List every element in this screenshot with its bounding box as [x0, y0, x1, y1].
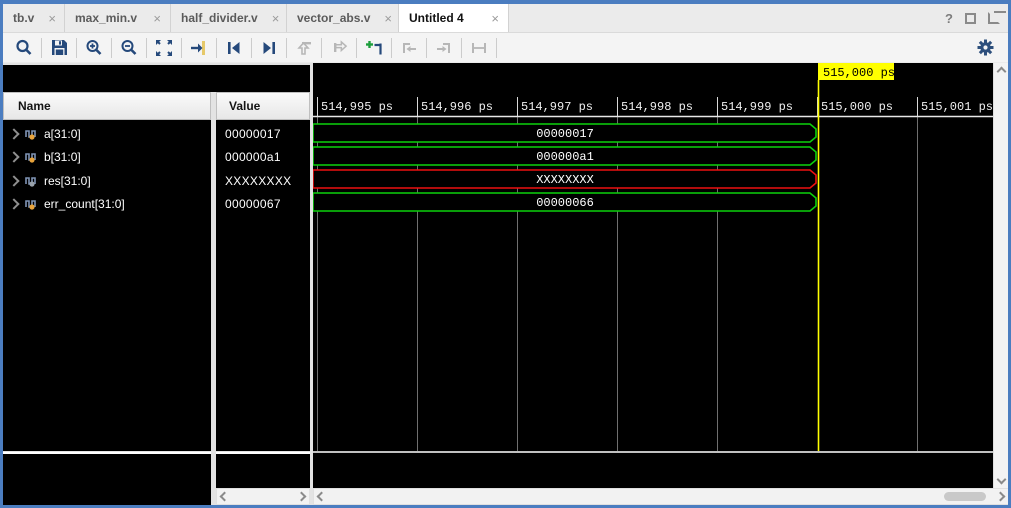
settings-gear-icon[interactable]	[972, 36, 998, 60]
application-window: tb.v × max_min.v × half_divider.v × vect…	[0, 0, 1011, 508]
cursor-time-flag[interactable]: 515,000 ps	[818, 63, 895, 80]
signal-name: a[31:0]	[44, 127, 81, 141]
name-column-label: Name	[18, 99, 51, 113]
tab-max-min-v[interactable]: max_min.v ×	[65, 4, 171, 32]
close-icon[interactable]: ×	[48, 11, 56, 26]
tab-label: max_min.v	[75, 11, 137, 25]
signal-name-list: a[31:0] b[31:0] res[31:0] err_count[31:0…	[3, 120, 211, 451]
tick-label: 514,996 ps	[421, 100, 493, 114]
waveform-viewer-body: Name Value a[31:0] b[31:0] res[31:0]	[3, 63, 1008, 505]
signal-value: 00000017	[225, 127, 281, 141]
bus-icon	[25, 198, 39, 210]
tick-label: 514,997 ps	[521, 100, 593, 114]
zoom-out-icon[interactable]	[116, 36, 142, 60]
close-icon[interactable]: ×	[384, 11, 392, 26]
marker-to-next-icon[interactable]	[431, 36, 457, 60]
close-icon[interactable]: ×	[153, 11, 161, 26]
signal-value-row[interactable]: 00000067	[216, 192, 310, 215]
scroll-down-icon[interactable]	[997, 475, 1007, 485]
signal-name-list-footer	[3, 452, 211, 505]
tab-tb-v[interactable]: tb.v ×	[3, 4, 65, 32]
signal-value-row[interactable]: 000000a1	[216, 145, 310, 168]
wave-horizontal-scrollbar[interactable]	[313, 488, 1009, 505]
signal-name: err_count[31:0]	[44, 197, 125, 211]
expand-chevron-icon[interactable]	[8, 128, 19, 139]
zoom-in-icon[interactable]	[81, 36, 107, 60]
column-header-value[interactable]: Value	[216, 92, 310, 120]
previous-transition-icon[interactable]	[221, 36, 247, 60]
expand-chevron-icon[interactable]	[8, 151, 19, 162]
tick-label: 514,999 ps	[721, 100, 793, 114]
scroll-up-icon[interactable]	[997, 67, 1007, 77]
signal-value: XXXXXXXX	[225, 174, 291, 188]
value-column-label: Value	[229, 99, 260, 113]
go-to-time-icon[interactable]	[186, 36, 212, 60]
scroll-right-icon[interactable]	[996, 492, 1006, 502]
bus-icon	[25, 151, 39, 163]
wave-gridlines	[318, 117, 918, 451]
signal-panel-top-strip	[3, 65, 310, 92]
help-icon[interactable]: ?	[945, 11, 953, 26]
column-header-name[interactable]: Name	[3, 92, 211, 120]
add-marker-icon[interactable]	[361, 36, 387, 60]
bus-value-label: 000000a1	[536, 150, 594, 164]
signal-row-b[interactable]: b[31:0]	[3, 145, 211, 168]
tab-half-divider-v[interactable]: half_divider.v ×	[171, 4, 287, 32]
cursor-time-label: 515,000 ps	[823, 66, 895, 80]
close-icon[interactable]: ×	[491, 11, 499, 26]
tab-vector-abs-v[interactable]: vector_abs.v ×	[287, 4, 399, 32]
signal-value: 000000a1	[225, 150, 281, 164]
find-icon[interactable]	[11, 36, 37, 60]
previous-marker-icon[interactable]	[291, 36, 317, 60]
float-window-icon[interactable]	[988, 12, 1000, 24]
bus-icon	[25, 128, 39, 140]
expand-chevron-icon[interactable]	[8, 198, 19, 209]
tick-label: 514,995 ps	[321, 100, 393, 114]
bus-value-label: XXXXXXXX	[536, 173, 594, 187]
scroll-right-icon[interactable]	[297, 492, 307, 502]
signal-row-res[interactable]: res[31:0]	[3, 169, 211, 192]
zoom-fit-icon[interactable]	[151, 36, 177, 60]
wave-vertical-scrollbar[interactable]	[993, 63, 1009, 488]
close-icon[interactable]: ×	[272, 11, 280, 26]
bus-icon	[25, 175, 39, 187]
scroll-left-icon[interactable]	[220, 492, 230, 502]
signal-value-list: 00000017 000000a1 XXXXXXXX 00000067	[216, 120, 310, 451]
scroll-left-icon[interactable]	[317, 492, 327, 502]
tick-label: 515,001 ps	[921, 100, 993, 114]
signal-name: res[31:0]	[44, 174, 91, 188]
waveform-canvas[interactable]: 514,995 ps 514,996 ps 514,997 ps 514,998…	[313, 63, 993, 488]
value-horizontal-scrollbar[interactable]	[216, 488, 310, 505]
expand-chevron-icon[interactable]	[8, 175, 19, 186]
tab-label: Untitled 4	[409, 11, 464, 25]
signal-row-err-count[interactable]: err_count[31:0]	[3, 192, 211, 215]
save-icon[interactable]	[46, 36, 72, 60]
tab-label: vector_abs.v	[297, 11, 370, 25]
tab-label: tb.v	[13, 11, 34, 25]
tick-label: 515,000 ps	[821, 100, 893, 114]
tick-label: 514,998 ps	[621, 100, 693, 114]
scrollbar-thumb[interactable]	[944, 492, 986, 501]
signal-row-a[interactable]: a[31:0]	[3, 122, 211, 145]
swap-cursors-icon[interactable]	[466, 36, 492, 60]
signal-value-list-footer	[216, 452, 310, 488]
signal-name: b[31:0]	[44, 150, 81, 164]
bus-value-label: 00000017	[536, 127, 594, 141]
signal-value: 00000067	[225, 197, 281, 211]
bus-value-label: 00000066	[536, 196, 594, 210]
tab-label: half_divider.v	[181, 11, 258, 25]
next-transition-icon[interactable]	[256, 36, 282, 60]
tab-bar: tb.v × max_min.v × half_divider.v × vect…	[3, 4, 1008, 32]
marker-to-previous-icon[interactable]	[396, 36, 422, 60]
window-controls: ?	[945, 4, 1008, 32]
time-axis: 514,995 ps 514,996 ps 514,997 ps 514,998…	[313, 97, 993, 117]
tab-untitled-4-active[interactable]: Untitled 4 ×	[399, 4, 509, 32]
next-marker-icon[interactable]	[326, 36, 352, 60]
signal-value-row[interactable]: XXXXXXXX	[216, 169, 310, 192]
signal-value-row[interactable]: 00000017	[216, 122, 310, 145]
maximize-icon[interactable]	[965, 13, 976, 24]
waveform-toolbar	[3, 32, 1008, 62]
